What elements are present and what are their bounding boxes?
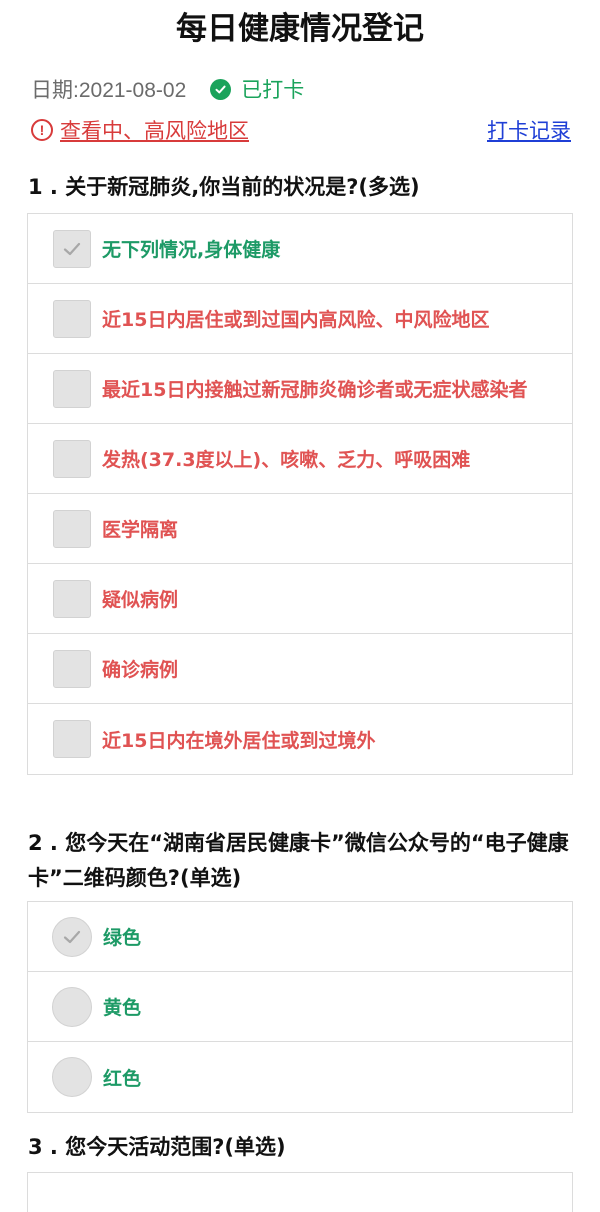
q2-option-label: 黄色 bbox=[103, 997, 142, 1019]
q1-option-label: 无下列情况,身体健康 bbox=[102, 239, 281, 261]
risk-area-link[interactable]: ! 查看中、高风险地区 bbox=[31, 115, 249, 145]
q2-option[interactable]: 黄色 bbox=[28, 972, 572, 1042]
q1-option-label: 近15日内在境外居住或到过境外 bbox=[102, 729, 376, 752]
q2-option[interactable]: 绿色 bbox=[28, 902, 572, 972]
checkbox-icon[interactable] bbox=[53, 439, 91, 478]
risk-area-label: 查看中、高风险地区 bbox=[60, 119, 249, 143]
q1-option[interactable]: 确诊病例 bbox=[28, 634, 572, 704]
q1-option-label: 发热(37.3度以上)、咳嗽、乏力、呼吸困难 bbox=[102, 449, 471, 471]
checkin-record-link[interactable]: 打卡记录 bbox=[487, 115, 571, 145]
checkbox-icon[interactable] bbox=[53, 720, 91, 758]
q1-option[interactable]: 疑似病例 bbox=[28, 564, 572, 634]
radio-checked-icon[interactable] bbox=[52, 916, 92, 957]
question-2-options: 绿色 黄色 红色 bbox=[27, 901, 573, 1113]
q1-option-label: 医学隔离 bbox=[102, 519, 179, 541]
radio-icon[interactable] bbox=[52, 986, 92, 1027]
question-3-title: 3 . 您今天活动范围?(单选) bbox=[28, 1135, 286, 1159]
date-label: 日期:2021-08-02 bbox=[31, 79, 187, 102]
page-title: 每日健康情况登记 bbox=[176, 11, 424, 47]
q1-option[interactable]: 发热(37.3度以上)、咳嗽、乏力、呼吸困难 bbox=[28, 424, 572, 494]
q2-option-label: 绿色 bbox=[103, 927, 142, 949]
q1-option[interactable]: 近15日内居住或到过国内高风险、中风险地区 bbox=[28, 284, 572, 354]
checkbox-icon[interactable] bbox=[53, 649, 91, 688]
q1-option-label: 最近15日内接触过新冠肺炎确诊者或无症状感染者 bbox=[102, 379, 528, 401]
checkbox-icon[interactable] bbox=[53, 299, 91, 338]
q1-option[interactable]: 医学隔离 bbox=[28, 494, 572, 564]
q1-option-label: 近15日内居住或到过国内高风险、中风险地区 bbox=[102, 309, 490, 331]
q1-option-label: 确诊病例 bbox=[102, 659, 179, 681]
q1-option[interactable]: 近15日内在境外居住或到过境外 bbox=[28, 704, 572, 774]
alert-icon: ! bbox=[31, 119, 53, 141]
question-1-title: 1 . 关于新冠肺炎,你当前的状况是?(多选) bbox=[28, 175, 420, 199]
checkbox-icon[interactable] bbox=[53, 579, 91, 618]
checkin-status: 已打卡 bbox=[210, 74, 304, 104]
question-2-title: 2 . 您今天在“湖南省居民健康卡”微信公众号的“电子健康卡”二维码颜色?(单选… bbox=[28, 831, 569, 890]
radio-icon[interactable] bbox=[52, 1057, 92, 1097]
question-3-options bbox=[27, 1172, 573, 1212]
check-circle-icon bbox=[210, 78, 232, 100]
checkbox-icon[interactable] bbox=[53, 369, 91, 408]
question-1-options: 无下列情况,身体健康 近15日内居住或到过国内高风险、中风险地区 最近15日内接… bbox=[27, 213, 573, 775]
q1-option[interactable]: 最近15日内接触过新冠肺炎确诊者或无症状感染者 bbox=[28, 354, 572, 424]
q1-option[interactable]: 无下列情况,身体健康 bbox=[28, 214, 572, 284]
date-status-row: 日期:2021-08-02 已打卡 bbox=[31, 71, 304, 107]
checkbox-icon[interactable] bbox=[53, 509, 91, 548]
q2-option-label: 红色 bbox=[103, 1067, 142, 1090]
q2-option[interactable]: 红色 bbox=[28, 1042, 572, 1112]
q1-option-label: 疑似病例 bbox=[102, 589, 179, 611]
status-label: 已打卡 bbox=[241, 78, 305, 102]
checkbox-checked-icon[interactable] bbox=[53, 229, 91, 268]
links-row: ! 查看中、高风险地区 打卡记录 bbox=[31, 114, 571, 146]
